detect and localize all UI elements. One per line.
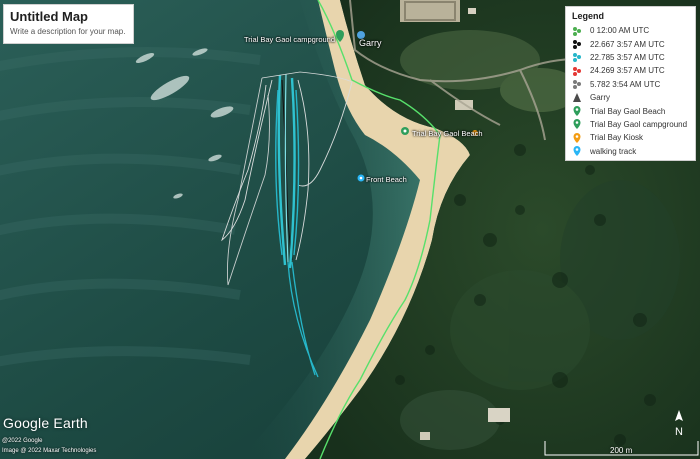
label-beach[interactable]: Trial Bay Gaol Beach xyxy=(412,129,483,138)
legend-item[interactable]: 0 12:00 AM UTC xyxy=(572,24,689,37)
legend-item[interactable]: 24.269 3:57 AM UTC xyxy=(572,64,689,77)
google-earth-logo: Google Earth xyxy=(3,415,88,431)
track-icon xyxy=(572,52,582,63)
legend-item[interactable]: 22.785 3:57 AM UTC xyxy=(572,51,689,64)
legend-item[interactable]: walking track xyxy=(572,145,689,158)
legend-item-label: 22.785 3:57 AM UTC xyxy=(590,52,665,62)
north-arrow[interactable]: N xyxy=(671,410,687,442)
map-title-panel[interactable]: Untitled Map Write a description for you… xyxy=(3,4,134,44)
legend-item-label: Trial Bay Gaol campground xyxy=(590,119,688,129)
legend-item-label: Trial Bay Kiosk xyxy=(590,133,644,143)
marker-front-beach[interactable] xyxy=(357,174,365,182)
legend-item[interactable]: 5.782 3:54 AM UTC xyxy=(572,78,689,91)
legend-item-label: 0 12:00 AM UTC xyxy=(590,26,650,36)
legend-item[interactable]: Trial Bay Gaol Beach xyxy=(572,104,689,117)
track-icon xyxy=(572,39,582,50)
legend-item-label: Garry xyxy=(590,93,610,103)
legend-item[interactable]: Trial Bay Kiosk xyxy=(572,131,689,144)
track-icon xyxy=(572,26,582,36)
pin-icon xyxy=(572,119,582,130)
scale-label: 200 m xyxy=(610,446,633,455)
legend-item[interactable]: Garry xyxy=(572,91,689,104)
label-front-beach[interactable]: Front Beach xyxy=(366,175,407,184)
north-label: N xyxy=(675,426,683,438)
track-icon xyxy=(572,79,582,90)
legend-item-label: Trial Bay Gaol Beach xyxy=(590,106,666,116)
legend-item-label: 22.667 3:57 AM UTC xyxy=(590,39,665,49)
track-icon xyxy=(572,66,582,76)
label-campground[interactable]: Trial Bay Gaol campground xyxy=(244,35,335,44)
legend-item-label: 24.269 3:57 AM UTC xyxy=(590,66,665,76)
map-description[interactable]: Write a description for your map. xyxy=(10,27,127,37)
pin-icon xyxy=(572,106,582,117)
marker-beach[interactable] xyxy=(401,127,409,135)
legend-item-label: 5.782 3:54 AM UTC xyxy=(590,79,661,89)
legend-panel: Legend 0 12:00 AM UTC 22.667 3:57 AM UTC 2… xyxy=(565,6,696,161)
credit-imagery: Image @ 2022 Maxar Technologies xyxy=(2,448,97,454)
legend-item[interactable]: 22.667 3:57 AM UTC xyxy=(572,37,689,50)
pin-icon xyxy=(572,146,582,157)
credit-google: @2022 Google xyxy=(2,438,43,444)
map-title[interactable]: Untitled Map xyxy=(10,9,127,25)
pin-icon xyxy=(572,132,582,143)
person-icon xyxy=(572,92,582,103)
legend-item-label: walking track xyxy=(590,146,637,156)
legend-heading: Legend xyxy=(572,11,605,21)
label-garry[interactable]: Garry xyxy=(359,38,382,48)
legend-item[interactable]: Trial Bay Gaol campground xyxy=(572,118,689,131)
